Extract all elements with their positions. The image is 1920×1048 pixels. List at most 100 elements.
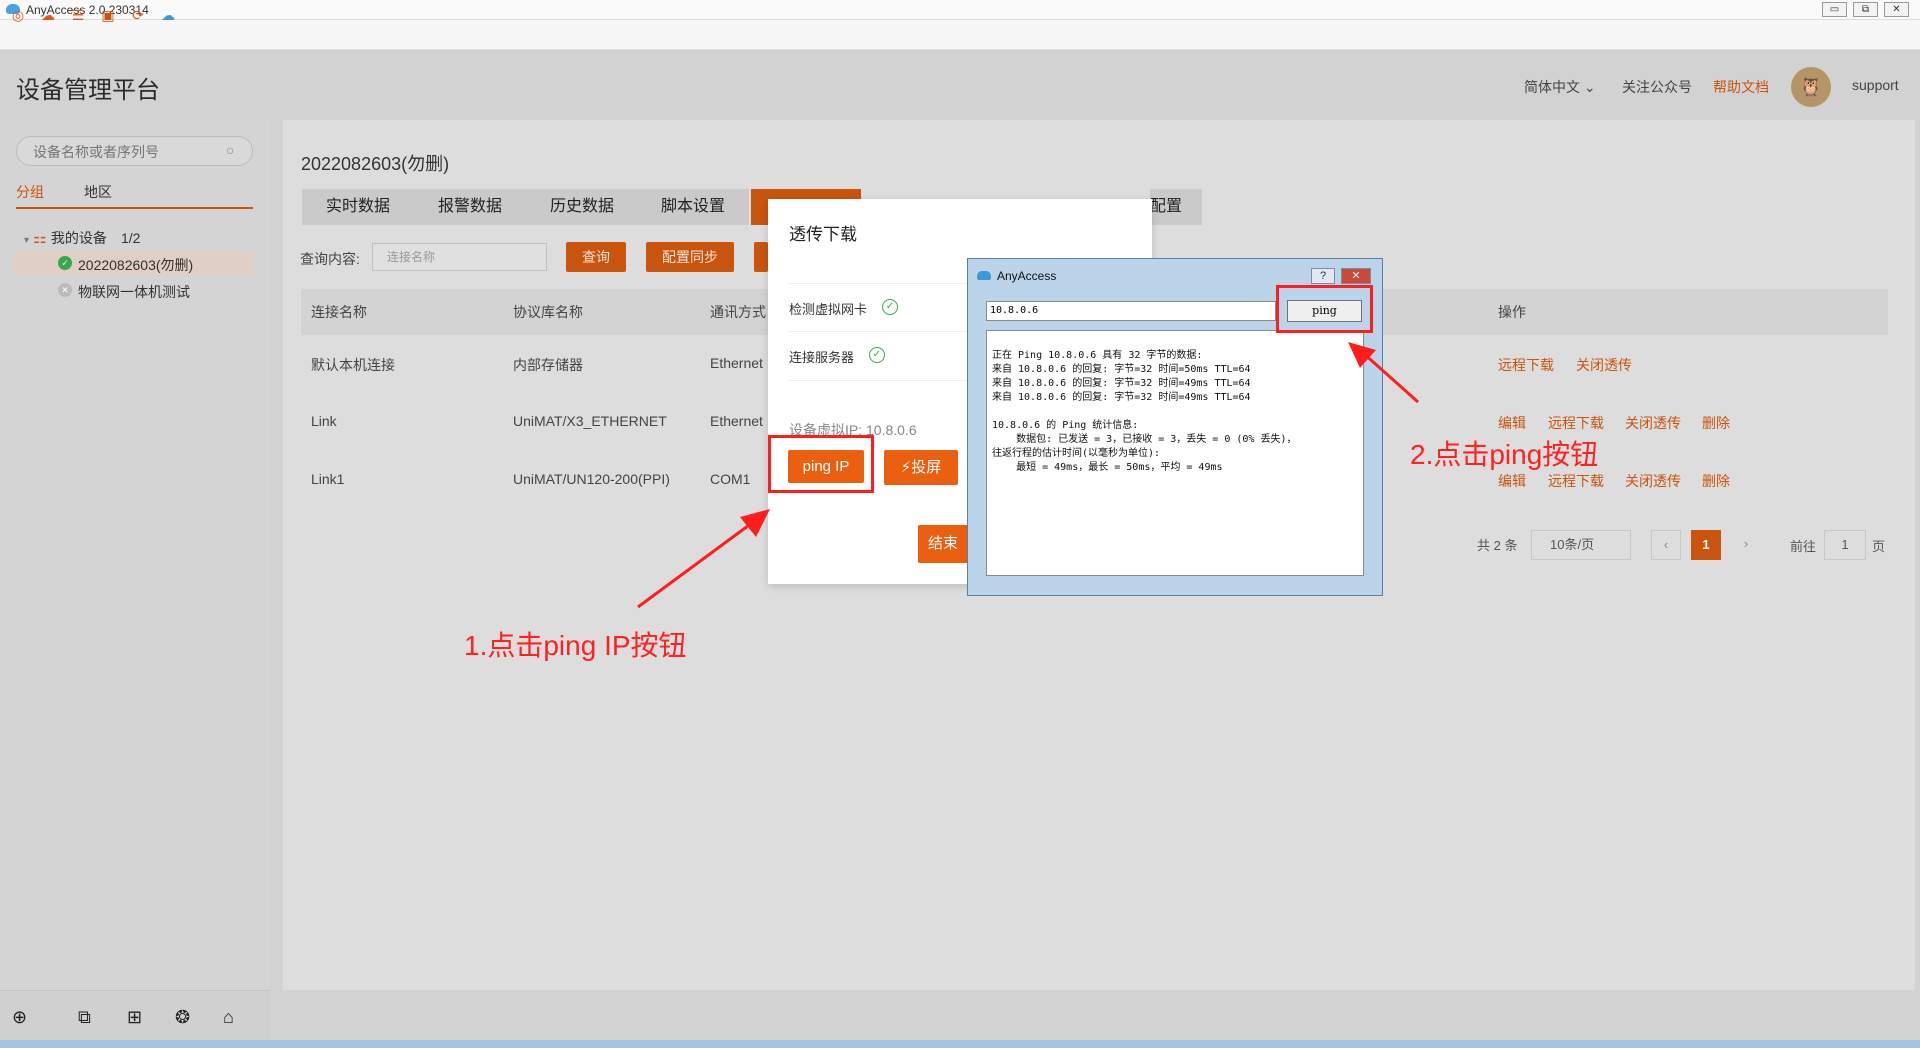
online-icon: ✓ xyxy=(58,256,72,270)
annotation-step-1: 1.点击ping IP按钮 xyxy=(464,630,687,661)
check-server-label: 连接服务器 xyxy=(789,350,855,365)
divider xyxy=(789,283,969,284)
query-input[interactable]: 连接名称 xyxy=(372,243,547,271)
tab-region[interactable]: 地区 xyxy=(84,182,112,202)
table-cell-protocol: 内部存储器 xyxy=(513,357,583,373)
help-link[interactable]: 帮助文档 xyxy=(1713,77,1769,97)
cloud-sync-icon[interactable]: ☁ xyxy=(158,5,178,25)
maximize-button[interactable]: ⧉ xyxy=(1853,2,1878,17)
home-icon[interactable]: ⌂ xyxy=(223,1007,234,1028)
goto-input[interactable]: 1 xyxy=(1824,530,1866,560)
extra-button[interactable] xyxy=(754,242,768,272)
page-unit: 页 xyxy=(1872,539,1886,554)
th-protocol: 协议库名称 xyxy=(513,304,583,320)
chart-icon[interactable]: ⊞ xyxy=(127,1007,142,1028)
th-comm: 通讯方式 xyxy=(710,304,766,320)
th-ops: 操作 xyxy=(1498,304,1526,320)
arrow-2-icon xyxy=(1348,342,1419,404)
screen-cast-label: 投屏 xyxy=(911,459,942,476)
language-select[interactable]: 简体中文 ⌄ xyxy=(1524,77,1596,97)
divider xyxy=(789,331,969,332)
pagination-total: 共 2 条 xyxy=(1477,538,1518,553)
screen-cast-button[interactable]: ⚡投屏 xyxy=(884,450,958,485)
close-passthrough-link[interactable]: 关闭透传 xyxy=(1576,355,1632,375)
follow-link[interactable]: 关注公众号 xyxy=(1622,77,1692,97)
search-input[interactable] xyxy=(31,143,221,161)
sync-button[interactable]: 配置同步 xyxy=(646,242,734,272)
tab-config[interactable]: 配置 xyxy=(1150,189,1203,225)
edit-link[interactable]: 编辑 xyxy=(1498,471,1526,491)
tab-realtime[interactable]: 实时数据 xyxy=(302,189,415,225)
remote-download-link[interactable]: 远程下载 xyxy=(1548,413,1604,433)
group-count: 1/2 xyxy=(121,230,141,246)
refresh-icon[interactable]: ⟳ xyxy=(128,5,148,25)
chevron-down-icon: ⌄ xyxy=(1583,79,1596,95)
end-button[interactable]: 结束 xyxy=(918,525,968,563)
app-logo-icon xyxy=(977,271,991,280)
device-title: 2022082603(勿删) xyxy=(301,154,450,174)
tab-history[interactable]: 历史数据 xyxy=(526,189,639,225)
remote-download-link[interactable]: 远程下载 xyxy=(1498,355,1554,375)
table-cell-name: Link xyxy=(311,413,337,429)
goto-label: 前往 xyxy=(1790,539,1817,554)
th-name: 连接名称 xyxy=(311,304,367,320)
ping-address-input[interactable]: 10.8.0.6 xyxy=(986,301,1276,321)
taskbar xyxy=(0,1040,1920,1048)
cloud-icon[interactable]: ☁ xyxy=(38,5,58,25)
language-label: 简体中文 xyxy=(1524,79,1580,95)
tree-group[interactable]: ▾ ⚏ 我的设备 1/2 xyxy=(24,228,140,248)
query-label: 查询内容: xyxy=(300,251,360,267)
minimize-button[interactable]: ▭ xyxy=(1822,2,1847,17)
close-passthrough-link[interactable]: 关闭透传 xyxy=(1625,471,1681,491)
table-cell-name: 默认本机连接 xyxy=(311,357,395,373)
tab-group[interactable]: 分组 xyxy=(16,182,44,202)
edit-link[interactable]: 编辑 xyxy=(1498,413,1526,433)
prev-page-button[interactable]: ‹ xyxy=(1651,530,1681,560)
table-cell-protocol: UniMAT/X3_ETHERNET xyxy=(513,413,667,429)
caret-down-icon: ▾ xyxy=(24,235,30,246)
device-2-label[interactable]: 物联网一体机测试 xyxy=(78,282,190,302)
query-button[interactable]: 查询 xyxy=(566,242,626,272)
table-cell-comm: COM1 xyxy=(710,471,751,487)
page-size-select[interactable]: 10条/页 xyxy=(1531,530,1631,560)
dialog-title: 透传下载 xyxy=(789,225,857,244)
table-cell-name: Link1 xyxy=(311,471,345,487)
window-titlebar xyxy=(0,0,1920,20)
remote-download-link[interactable]: 远程下载 xyxy=(1548,471,1604,491)
device-1-label: 2022082603(勿删) xyxy=(78,257,194,273)
toolbar xyxy=(0,20,1920,50)
ping-window-title: AnyAccess xyxy=(997,269,1057,283)
next-page-button[interactable]: › xyxy=(1731,530,1761,560)
table-cell-protocol: UniMAT/UN120-200(PPI) xyxy=(513,471,670,487)
username[interactable]: support xyxy=(1852,77,1899,93)
delete-link[interactable]: 删除 xyxy=(1702,471,1730,491)
check-circle-icon: ✓ xyxy=(869,347,885,363)
page-current[interactable]: 1 xyxy=(1691,530,1721,560)
highlight-box-ping xyxy=(1276,285,1373,333)
tab-script[interactable]: 脚本设置 xyxy=(637,189,750,225)
table-cell-comm: Ethernet xyxy=(710,413,763,429)
group-label: 我的设备 xyxy=(50,230,107,246)
hierarchy-icon[interactable]: ⧉ xyxy=(78,1007,91,1028)
ping-output: 正在 Ping 10.8.0.6 具有 32 字节的数据: 来自 10.8.0.… xyxy=(986,330,1364,576)
settings-icon[interactable]: ❂ xyxy=(175,1007,190,1028)
table-cell-comm: Ethernet xyxy=(710,355,763,371)
tab-underline xyxy=(16,207,253,209)
annotation-step-2: 2.点击ping按钮 xyxy=(1410,439,1599,470)
search-icon[interactable]: ○ xyxy=(226,142,244,160)
avatar[interactable]: 🦉 xyxy=(1791,67,1831,107)
sliders-icon[interactable]: ☰ xyxy=(68,5,88,25)
monitor-icon[interactable]: ▣ xyxy=(98,5,118,25)
help-button[interactable]: ? xyxy=(1311,268,1335,284)
close-button[interactable]: ✕ xyxy=(1884,2,1909,17)
settings-circle-icon[interactable]: ◎ xyxy=(8,5,28,25)
close-passthrough-link[interactable]: 关闭透传 xyxy=(1625,413,1681,433)
offline-icon: ✕ xyxy=(58,283,72,297)
ping-close-button[interactable]: ✕ xyxy=(1341,268,1371,284)
highlight-box-ping-ip xyxy=(768,435,874,493)
add-icon[interactable]: ⊕ xyxy=(12,1007,27,1028)
divider xyxy=(789,380,969,381)
delete-link[interactable]: 删除 xyxy=(1702,413,1730,433)
platform-title: 设备管理平台 xyxy=(16,77,160,104)
tab-alarm[interactable]: 报警数据 xyxy=(414,189,527,225)
